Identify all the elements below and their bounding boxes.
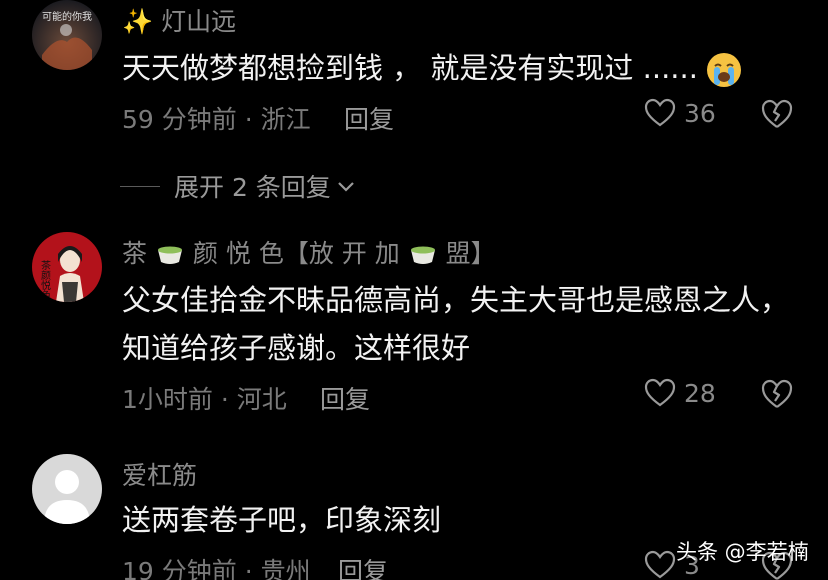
avatar[interactable]: 茶颜悦色 xyxy=(32,232,102,302)
divider xyxy=(120,185,160,187)
heart-icon xyxy=(644,98,676,127)
username-part: 颜 悦 色【放 开 加 xyxy=(192,239,400,268)
avatar[interactable] xyxy=(32,454,102,524)
comment-text: 父女佳拾金不昧品德高尚，失主大哥也是感恩之人，知道给孩子感谢。这样很好 xyxy=(122,283,790,365)
broken-heart-icon xyxy=(761,379,793,408)
expand-replies-label: 展开 2 条回复 xyxy=(174,173,331,202)
watermark: 头条 @李若楠 xyxy=(676,540,809,564)
avatar-image: 茶颜悦色 xyxy=(32,232,102,302)
avatar-text: 可能的你我 xyxy=(42,10,92,23)
like-count: 28 xyxy=(684,378,716,408)
comment-text: 天天做梦都想捡到钱 ， 就是没有实现过 ...... xyxy=(122,51,698,85)
avatar-image: 可能的你我 xyxy=(32,0,102,70)
matcha-tea-icon xyxy=(157,246,182,264)
default-avatar-icon xyxy=(32,454,102,524)
reply-button[interactable]: 回复 xyxy=(320,380,370,416)
matcha-tea-icon xyxy=(410,246,435,264)
comment-time-location: 1小时前 · 河北 xyxy=(122,385,287,414)
username-part: 茶 xyxy=(122,239,148,268)
heart-icon xyxy=(644,550,676,579)
comment-time-location: 19 分钟前 · 贵州 xyxy=(122,557,311,580)
chevron-down-icon xyxy=(338,182,354,192)
comment-username[interactable]: 茶 颜 悦 色【放 开 加 盟】 xyxy=(122,234,496,270)
expand-replies-button[interactable]: 展开 2 条回复 xyxy=(120,168,357,204)
loudly-crying-face-icon xyxy=(706,53,741,87)
comment-username[interactable]: ✨ 灯山远 xyxy=(122,2,236,38)
like-button[interactable]: 36 xyxy=(644,98,716,128)
comment-feed: 可能的你我 ✨ 灯山远 天天做梦都想捡到钱 ， 就是没有实现过 ...... 5… xyxy=(0,0,828,580)
avatar[interactable]: 可能的你我 xyxy=(32,0,102,70)
comment-body: 天天做梦都想捡到钱 ， 就是没有实现过 ...... xyxy=(122,44,792,92)
dislike-button[interactable] xyxy=(760,98,794,134)
comment-time-location: 59 分钟前 · 浙江 xyxy=(122,105,311,134)
like-button[interactable]: 28 xyxy=(644,378,716,408)
like-count: 36 xyxy=(684,98,716,128)
reply-button[interactable]: 回复 xyxy=(344,100,394,136)
broken-heart-icon xyxy=(761,99,793,128)
comment-username[interactable]: 爱杠筋 xyxy=(122,456,197,492)
heart-icon xyxy=(644,378,676,407)
username-part: 盟】 xyxy=(445,239,496,268)
reply-button[interactable]: 回复 xyxy=(338,552,388,580)
avatar-text: 茶颜悦色 xyxy=(39,259,51,300)
dislike-button[interactable] xyxy=(760,378,794,414)
